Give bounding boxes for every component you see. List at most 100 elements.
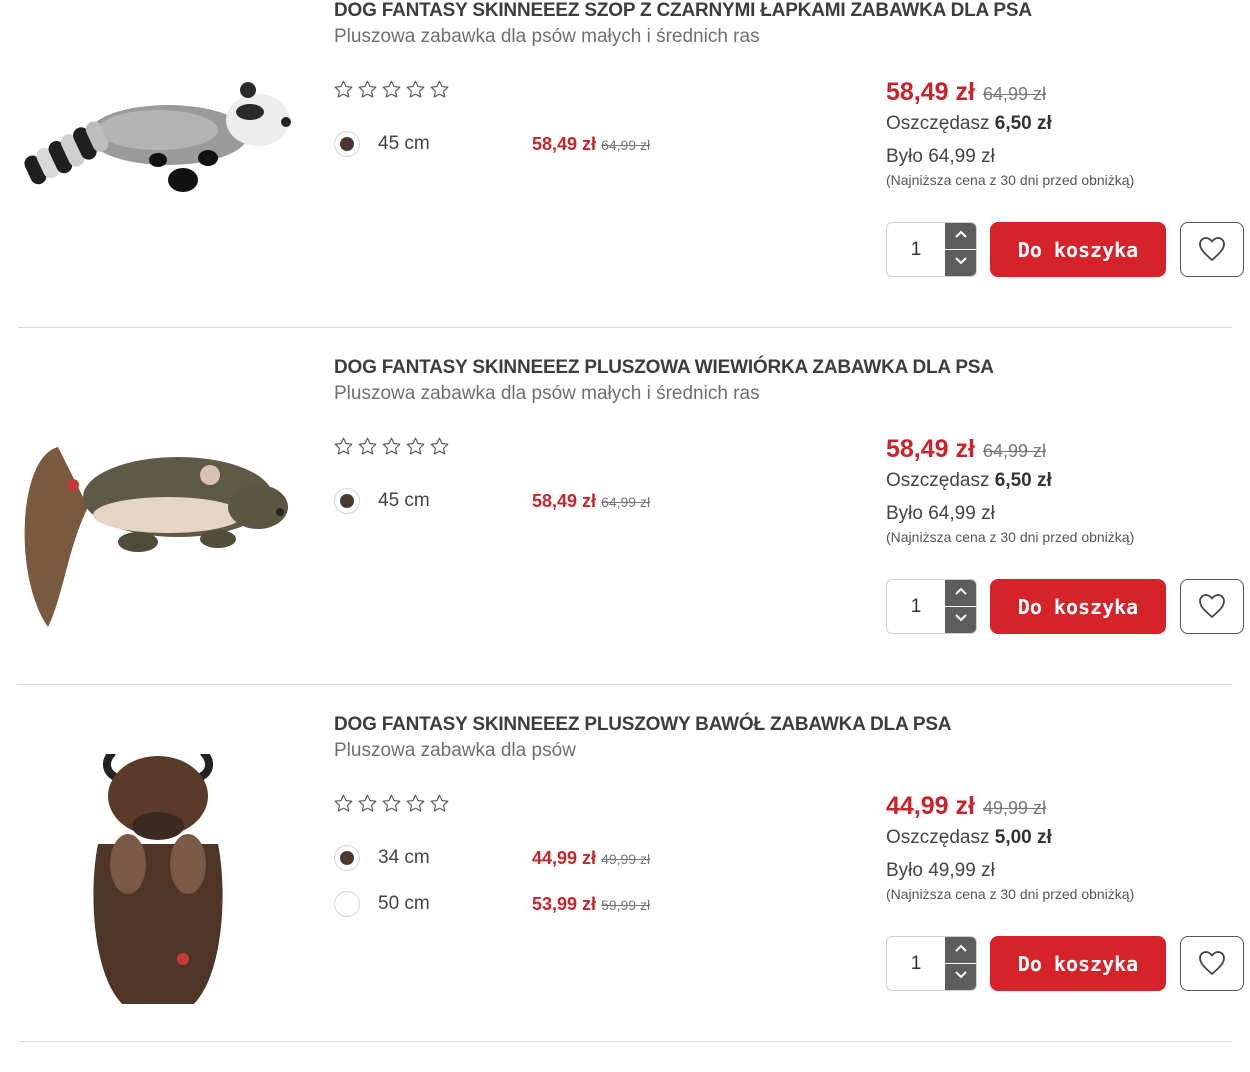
radio-selected-dot: [340, 494, 354, 508]
row-divider: [18, 684, 1232, 685]
quantity-input[interactable]: 1: [887, 937, 945, 990]
lowest-price-note: (Najniższa cena z 30 dni przed obniżką): [886, 172, 1135, 188]
rating-star-icon: [405, 436, 426, 462]
price-value: 44,99 zł: [886, 792, 975, 820]
size-radio[interactable]: [334, 845, 360, 871]
size-variant-option[interactable]: 50 cm 53,99 zł 59,99 zł: [334, 891, 674, 921]
rating-star-icon: [381, 79, 402, 105]
add-to-cart-button[interactable]: Do koszyka: [990, 936, 1166, 991]
product-subtitle: Pluszowa zabawka dla psów: [334, 740, 576, 761]
rating-star-icon: [429, 79, 450, 105]
old-price: 64,99 zł: [982, 84, 1046, 104]
size-radio[interactable]: [334, 488, 360, 514]
price-block: 58,49 zł 64,99 zł Oszczędasz 6,50 zł Było…: [886, 435, 1134, 545]
product-title-link[interactable]: DOG FANTASY SKINNEEEZ PLUSZOWA WIEWIÓRKA…: [334, 357, 994, 379]
size-variant-option[interactable]: 34 cm 44,99 zł 49,99 zł: [334, 845, 674, 875]
old-price: 64,99 zł: [982, 441, 1046, 461]
previous-price-text: Było 64,99 zł: [886, 503, 995, 524]
quantity-stepper[interactable]: 1: [886, 579, 977, 634]
old-price: 49,99 zł: [982, 798, 1046, 818]
variant-current-price: 58,49 zł: [532, 491, 597, 511]
chevron-up-icon: [955, 230, 967, 238]
lowest-price-note: (Najniższa cena z 30 dni przed obniżką): [886, 886, 1135, 902]
savings-text: Oszczędasz 6,50 zł: [886, 113, 1134, 135]
size-radio[interactable]: [334, 891, 360, 917]
quantity-increase-button[interactable]: [945, 223, 976, 250]
variant-size-label: 50 cm: [378, 893, 430, 914]
rating-star-icon: [357, 79, 378, 105]
squirrel-plush-image: [18, 447, 293, 651]
variant-current-price: 53,99 zł: [532, 894, 597, 914]
quantity-increase-button[interactable]: [945, 580, 976, 607]
size-variant-option[interactable]: 45 cm 58,49 zł 64,99 zł: [334, 488, 674, 518]
savings-amount: 5,00 zł: [994, 827, 1052, 848]
variant-price: 53,99 zł 59,99 zł: [532, 894, 650, 915]
rating-star-icon: [381, 793, 402, 819]
size-variant-option[interactable]: 45 cm 58,49 zł 64,99 zł: [334, 131, 674, 161]
current-price: 44,99 zł 49,99 zł: [886, 792, 1134, 821]
product-subtitle: Pluszowa zabawka dla psów małych i średn…: [334, 383, 760, 404]
variant-old-price: 64,99 zł: [601, 137, 651, 153]
add-to-cart-button[interactable]: Do koszyka: [990, 222, 1166, 277]
variant-price: 58,49 zł 64,99 zł: [532, 491, 650, 512]
savings-amount: 6,50 zł: [994, 113, 1052, 134]
product-image[interactable]: [18, 749, 293, 1009]
rating-star-icon: [429, 793, 450, 819]
rating-star-icon: [333, 79, 354, 105]
product-image[interactable]: [18, 397, 293, 647]
quantity-input[interactable]: 1: [887, 580, 945, 633]
rating-star-icon: [381, 436, 402, 462]
variant-old-price: 64,99 zł: [601, 494, 651, 510]
variant-old-price: 49,99 zł: [601, 851, 651, 867]
variant-old-price: 59,99 zł: [601, 897, 651, 913]
rating-star-icon: [429, 436, 450, 462]
quantity-stepper[interactable]: 1: [886, 936, 977, 991]
rating-star-icon: [405, 793, 426, 819]
radio-selected-dot: [340, 137, 354, 151]
quantity-decrease-button[interactable]: [945, 250, 976, 276]
rating-star-icon: [333, 436, 354, 462]
product-subtitle: Pluszowa zabawka dla psów małych i średn…: [334, 26, 760, 47]
variant-size-label: 34 cm: [378, 847, 430, 868]
radio-selected-dot: [340, 851, 354, 865]
quantity-increase-button[interactable]: [945, 937, 976, 964]
quantity-input[interactable]: 1: [887, 223, 945, 276]
product-image[interactable]: [18, 40, 293, 290]
quantity-stepper[interactable]: 1: [886, 222, 977, 277]
rating-stars[interactable]: [333, 793, 450, 819]
buffalo-plush-image: [18, 749, 293, 1009]
row-divider: [18, 327, 1232, 328]
price-block: 44,99 zł 49,99 zł Oszczędasz 5,00 zł Było…: [886, 792, 1134, 902]
chevron-down-icon: [955, 614, 967, 622]
rating-stars[interactable]: [333, 79, 450, 105]
chevron-down-icon: [955, 257, 967, 265]
add-to-cart-button[interactable]: Do koszyka: [990, 579, 1166, 634]
rating-star-icon: [405, 79, 426, 105]
savings-text: Oszczędasz 5,00 zł: [886, 827, 1134, 849]
quantity-decrease-button[interactable]: [945, 964, 976, 990]
quantity-decrease-button[interactable]: [945, 607, 976, 633]
raccoon-plush-image: [18, 82, 293, 294]
variant-current-price: 44,99 zł: [532, 848, 597, 868]
wishlist-button[interactable]: [1180, 222, 1244, 277]
product-title-link[interactable]: DOG FANTASY SKINNEEEZ PLUSZOWY BAWÓŁ ZAB…: [334, 714, 952, 736]
wishlist-button[interactable]: [1180, 579, 1244, 634]
variant-current-price: 58,49 zł: [532, 134, 597, 154]
wishlist-button[interactable]: [1180, 936, 1244, 991]
size-radio[interactable]: [334, 131, 360, 157]
rating-star-icon: [357, 436, 378, 462]
product-card: DOG FANTASY SKINNEEEZ SZOP Z CZARNYMI ŁA…: [0, 0, 1250, 357]
rating-stars[interactable]: [333, 436, 450, 462]
chevron-up-icon: [955, 944, 967, 952]
lowest-price-note: (Najniższa cena z 30 dni przed obniżką): [886, 529, 1135, 545]
previous-price-text: Było 49,99 zł: [886, 860, 995, 881]
savings-text: Oszczędasz 6,50 zł: [886, 470, 1134, 492]
savings-label: Oszczędasz: [886, 113, 990, 134]
product-card: DOG FANTASY SKINNEEEZ PLUSZOWA WIEWIÓRKA…: [0, 357, 1250, 714]
product-title-link[interactable]: DOG FANTASY SKINNEEEZ SZOP Z CZARNYMI ŁA…: [334, 0, 1032, 22]
rating-star-icon: [357, 793, 378, 819]
current-price: 58,49 zł 64,99 zł: [886, 435, 1134, 464]
current-price: 58,49 zł 64,99 zł: [886, 78, 1134, 107]
price-value: 58,49 zł: [886, 435, 975, 463]
previous-price-text: Było 64,99 zł: [886, 146, 995, 167]
